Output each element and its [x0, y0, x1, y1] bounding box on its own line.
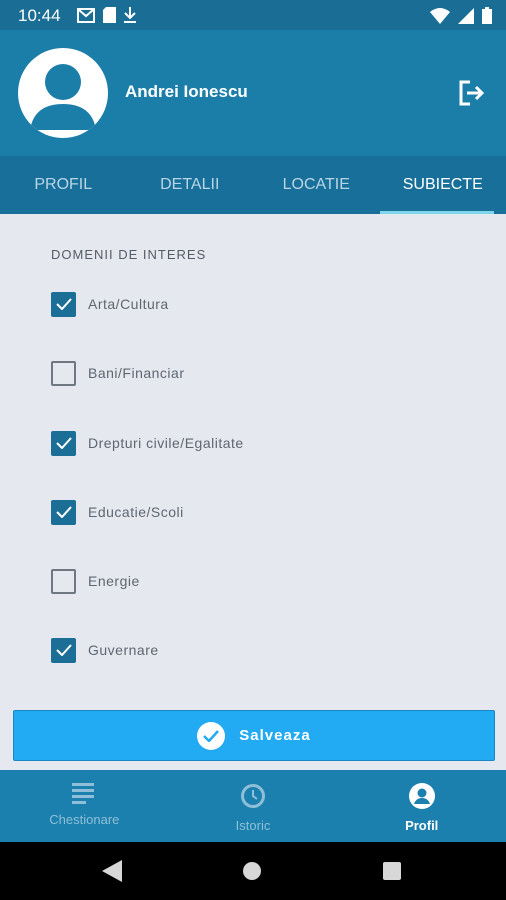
checkbox-label: Educatie/Scoli — [88, 504, 184, 520]
interest-item-educatie[interactable]: Educatie/Scoli — [51, 499, 184, 525]
checkbox-label: Guvernare — [88, 642, 159, 658]
profile-header: Andrei Ionescu — [0, 30, 506, 156]
recents-icon[interactable] — [383, 862, 401, 880]
check-icon — [55, 437, 72, 449]
interest-item-bani[interactable]: Bani/Financiar — [51, 360, 185, 386]
clock-icon — [241, 784, 265, 808]
interest-item-guvernare[interactable]: Guvernare — [51, 637, 159, 663]
tab-bar: PROFIL DETALII LOCATIE SUBIECTE — [0, 156, 506, 214]
avatar — [18, 48, 108, 138]
checkbox-label: Drepturi civile/Egalitate — [88, 435, 244, 451]
checkbox[interactable] — [51, 568, 76, 594]
interest-item-energie[interactable]: Energie — [51, 568, 140, 594]
checkbox[interactable] — [51, 637, 76, 663]
checkbox-label: Energie — [88, 573, 140, 589]
nav-label: Istoric — [235, 818, 271, 833]
tab-profil[interactable]: PROFIL — [0, 156, 127, 214]
tab-subiecte[interactable]: SUBIECTE — [379, 156, 506, 214]
tab-locatie[interactable]: LOCATIE — [253, 156, 380, 214]
save-button[interactable]: Salveaza — [13, 710, 495, 761]
check-circle-icon — [197, 721, 226, 750]
check-icon — [55, 298, 72, 310]
checkbox[interactable] — [51, 499, 76, 525]
nav-item-chestionare[interactable]: Chestionare — [0, 770, 169, 842]
interest-item-drepturi[interactable]: Drepturi civile/Egalitate — [51, 430, 244, 456]
checkbox[interactable] — [51, 291, 76, 317]
wifi-icon — [430, 7, 450, 24]
section-title: DOMENII DE INTERES — [51, 247, 207, 262]
download-icon — [124, 7, 136, 23]
gmail-icon — [77, 7, 95, 23]
sd-card-icon — [103, 7, 116, 23]
checkbox[interactable] — [51, 430, 76, 456]
status-bar: 10:44 — [0, 0, 506, 30]
nav-label: Chestionare — [49, 812, 120, 827]
save-button-label: Salveaza — [239, 727, 311, 744]
status-time: 10:44 — [18, 6, 61, 25]
nav-label: Profil — [405, 818, 439, 833]
system-navigation-bar — [0, 842, 506, 900]
battery-icon — [482, 7, 492, 24]
home-icon[interactable] — [243, 862, 261, 880]
list-icon — [72, 783, 95, 804]
account-circle-icon — [408, 783, 435, 809]
back-icon[interactable] — [102, 860, 122, 882]
nav-item-profil[interactable]: Profil — [337, 770, 506, 842]
tab-detalii[interactable]: DETALII — [127, 156, 254, 214]
checkbox-label: Arta/Cultura — [88, 296, 169, 312]
bottom-navigation: Chestionare Istoric Profil — [0, 770, 506, 842]
signal-icon — [458, 7, 474, 24]
check-icon — [55, 644, 72, 656]
check-icon — [55, 506, 72, 518]
checkbox[interactable] — [51, 360, 76, 386]
user-name: Andrei Ionescu — [125, 82, 248, 101]
avatar-person-icon — [30, 64, 96, 130]
interest-item-arta[interactable]: Arta/Cultura — [51, 291, 169, 317]
logout-icon[interactable] — [458, 80, 486, 106]
nav-item-istoric[interactable]: Istoric — [169, 770, 338, 842]
checkbox-label: Bani/Financiar — [88, 365, 185, 381]
